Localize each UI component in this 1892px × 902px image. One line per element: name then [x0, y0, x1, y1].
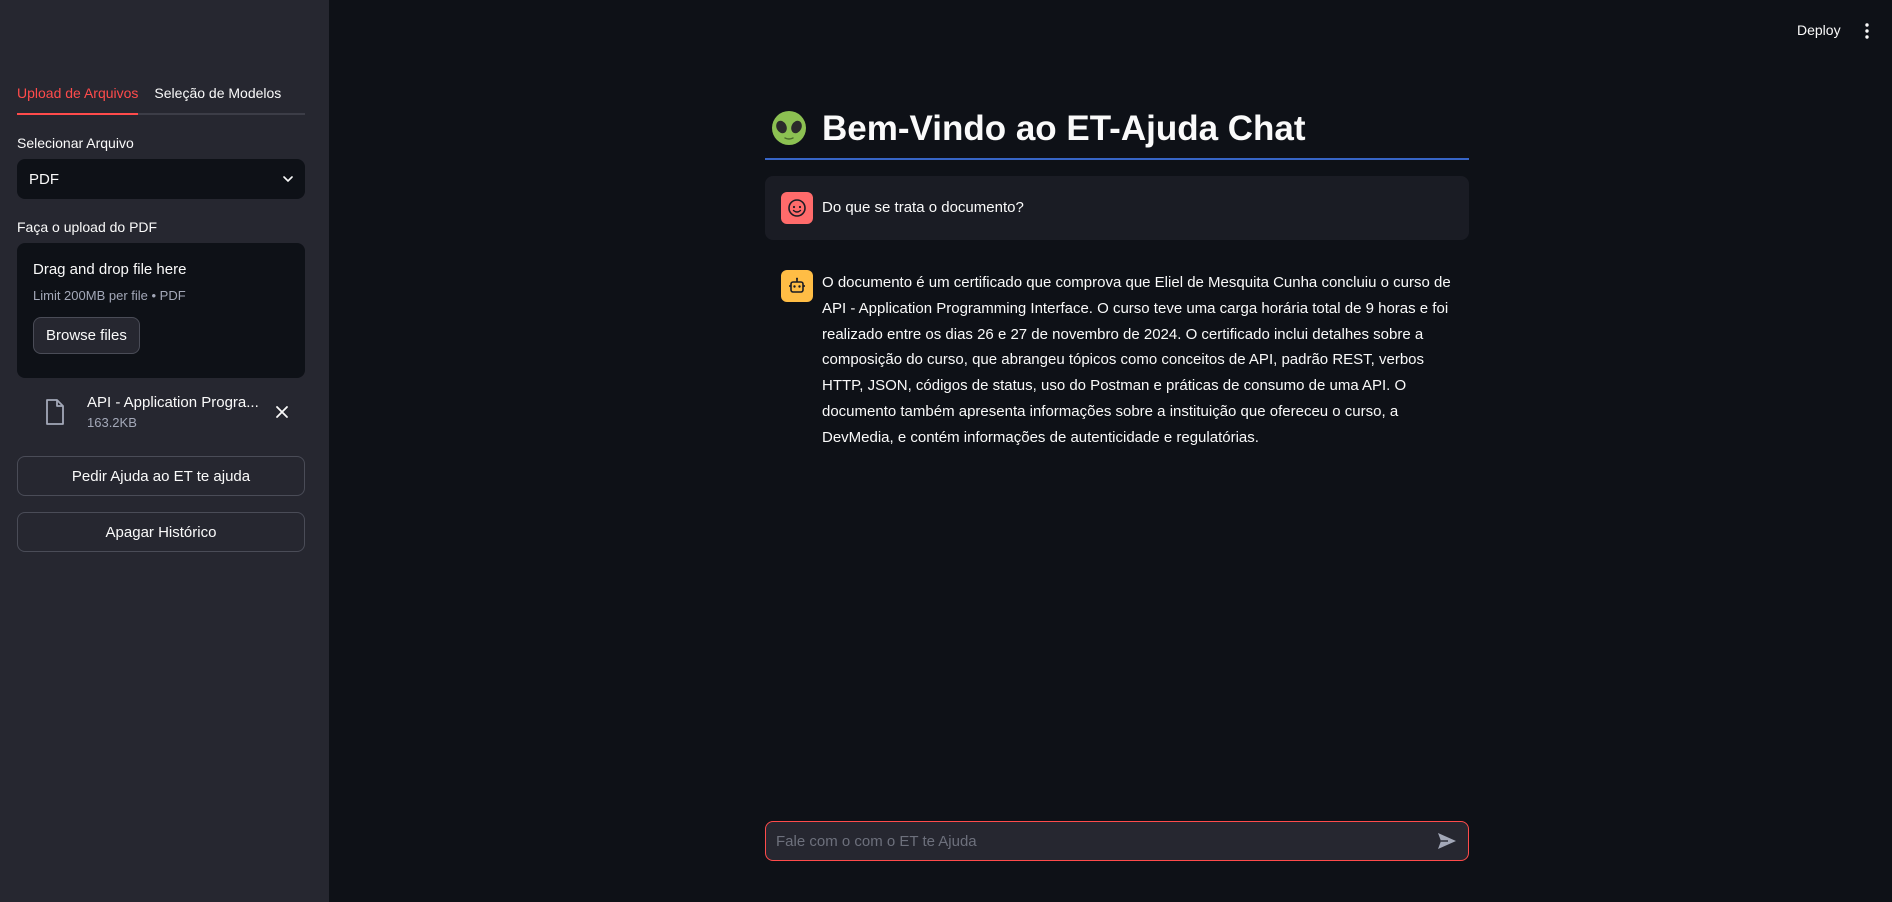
page-title-row: Bem-Vindo ao ET-Ajuda Chat	[765, 104, 1469, 160]
file-type-select-value: PDF	[29, 170, 59, 188]
robot-icon	[789, 277, 805, 293]
chevron-down-icon	[283, 176, 293, 183]
chat-message-user: Do que se trata o documento?	[765, 176, 1469, 240]
chat-input-container	[765, 821, 1469, 861]
sidebar: Upload de Arquivos Seleção de Modelos Se…	[0, 0, 329, 902]
deploy-button[interactable]: Deploy	[1797, 22, 1841, 38]
document-icon	[46, 399, 64, 425]
chat-input[interactable]	[776, 832, 1436, 850]
select-file-label: Selecionar Arquivo	[17, 135, 134, 151]
file-size: 163.2KB	[87, 415, 137, 430]
chat-message-assistant: O documento é um certificado que comprov…	[765, 270, 1469, 451]
file-dropzone[interactable]: Drag and drop file here Limit 200MB per …	[17, 243, 305, 378]
dropzone-limit: Limit 200MB per file • PDF	[33, 288, 186, 303]
uploaded-file: API - Application Progra... 163.2KB	[17, 388, 305, 436]
send-icon[interactable]	[1436, 830, 1458, 852]
dropzone-title: Drag and drop file here	[33, 261, 187, 278]
file-info: API - Application Progra... 163.2KB	[87, 394, 262, 430]
file-type-select[interactable]: PDF	[17, 159, 305, 199]
file-name: API - Application Progra...	[87, 394, 259, 411]
assistant-message-text: O documento é um certificado que comprov…	[822, 274, 1451, 446]
tab-upload-arquivos[interactable]: Upload de Arquivos	[17, 80, 139, 115]
tab-selecao-modelos[interactable]: Seleção de Modelos	[154, 80, 281, 113]
user-avatar	[781, 192, 813, 224]
browse-files-button[interactable]: Browse files	[33, 317, 140, 354]
page-title: Bem-Vindo ao ET-Ajuda Chat	[822, 109, 1306, 148]
user-message-text: Do que se trata o documento?	[822, 199, 1024, 216]
help-button[interactable]: Pedir Ajuda ao ET te ajuda	[17, 456, 305, 496]
close-icon[interactable]	[274, 404, 290, 420]
upload-label: Faça o upload do PDF	[17, 219, 158, 235]
assistant-avatar	[781, 270, 813, 302]
smiley-face-icon	[788, 199, 806, 217]
alien-icon	[772, 111, 806, 145]
sidebar-tabs: Upload de Arquivos Seleção de Modelos	[17, 80, 305, 115]
clear-history-button[interactable]: Apagar Histórico	[17, 512, 305, 552]
kebab-menu-icon[interactable]	[1862, 22, 1872, 40]
